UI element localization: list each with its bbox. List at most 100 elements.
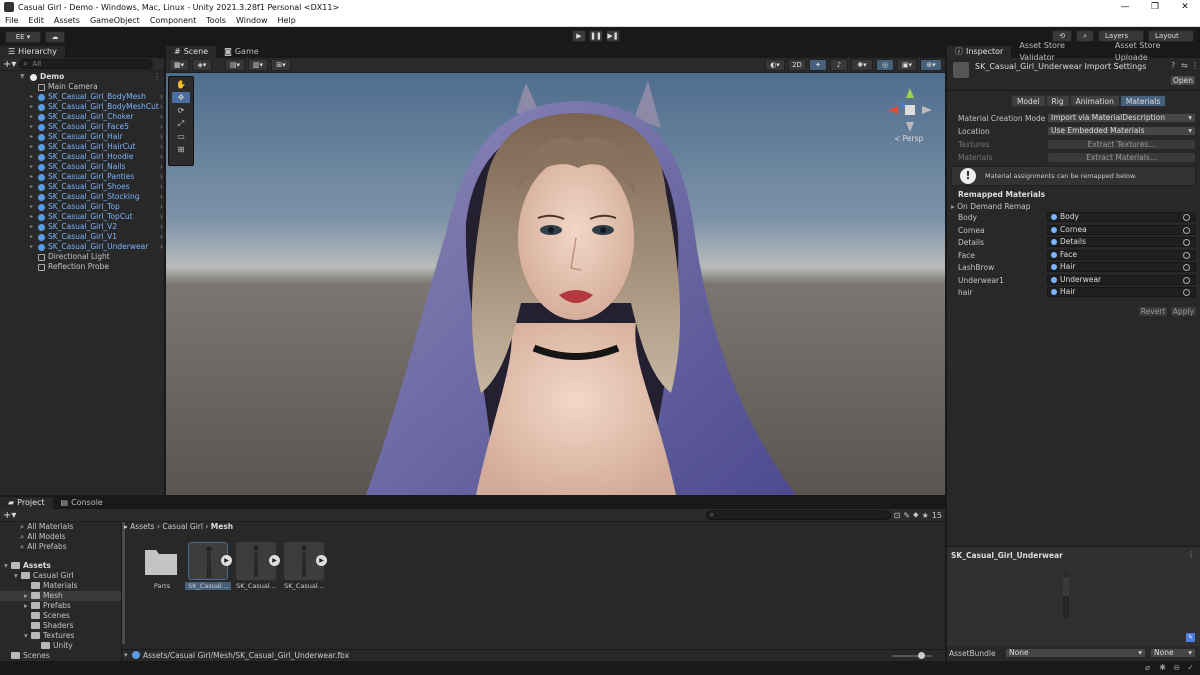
menu-file[interactable]: File	[0, 16, 23, 25]
account-dropdown[interactable]: EE ▾	[5, 30, 41, 43]
tab-project[interactable]: ▰ Project	[0, 497, 53, 509]
expand-arrow-icon[interactable]: ▸	[24, 601, 31, 611]
more-options-icon[interactable]: ⋮	[1191, 61, 1199, 70]
menu-component[interactable]: Component	[145, 16, 201, 25]
tab-console[interactable]: ▤ Console	[53, 497, 111, 509]
hierarchy-item[interactable]: ▸ SK_Casual_Girl_Nails ›	[0, 162, 164, 172]
object-picker-icon[interactable]	[1183, 264, 1190, 271]
search-by-type-icon[interactable]: ⊡	[894, 511, 901, 520]
mode-2d-toggle[interactable]: 2D	[788, 59, 806, 71]
effects-dropdown[interactable]: ✺▾	[851, 59, 873, 71]
ruler-dropdown[interactable]: ⊞▾	[271, 59, 291, 71]
prefab-arrow-icon[interactable]: ›	[160, 102, 163, 112]
help-icon[interactable]: ?	[1171, 61, 1175, 70]
expand-arrow-icon[interactable]: ▸	[30, 162, 33, 172]
tab-scene[interactable]: # Scene	[166, 46, 217, 58]
assetbundle-variant-dropdown[interactable]: None	[1150, 648, 1196, 658]
expand-arrow-icon[interactable]: ▸	[30, 102, 33, 112]
hierarchy-search-input[interactable]: All	[19, 59, 154, 69]
apply-button[interactable]: Apply	[1170, 306, 1197, 317]
menu-tools[interactable]: Tools	[201, 16, 231, 25]
tab-model[interactable]: Model	[1011, 95, 1046, 107]
pause-button[interactable]: ❚❚	[589, 30, 603, 42]
hierarchy-item[interactable]: ▸ SK_Casual_Girl_V2 ›	[0, 222, 164, 232]
folder-tree-item[interactable]: ▾ Assets	[0, 561, 121, 571]
expand-arrow-icon[interactable]: ▸	[30, 122, 33, 132]
tab-game[interactable]: ◙ Game	[216, 46, 267, 58]
folder-tree-item[interactable]: ▾ Casual Girl	[0, 571, 121, 581]
folder-tree-item[interactable]: ▸ Mesh	[0, 591, 121, 601]
expand-arrow-icon[interactable]: ▸	[30, 112, 33, 122]
remap-material-field[interactable]: Body	[1047, 212, 1196, 222]
minimize-button[interactable]: —	[1110, 0, 1140, 14]
audio-toggle-icon[interactable]: ♪	[830, 59, 848, 71]
search-by-label-icon[interactable]: ✎	[903, 511, 910, 520]
prefab-arrow-icon[interactable]: ›	[160, 152, 163, 162]
perspective-label[interactable]: ≺ Persp	[894, 134, 923, 143]
folder-tree-item[interactable]: Unity	[0, 641, 121, 651]
lighting-toggle-icon[interactable]: ✦	[809, 59, 827, 71]
expand-arrow-icon[interactable]: ▸	[30, 182, 33, 192]
tab-materials[interactable]: Materials	[1119, 95, 1167, 107]
folder-tree-item[interactable]: ▾ Textures	[0, 631, 121, 641]
hierarchy-item[interactable]: Directional Light	[0, 252, 164, 262]
prefab-arrow-icon[interactable]: ›	[160, 242, 163, 252]
play-button[interactable]: ▶	[572, 30, 586, 42]
material-creation-mode-dropdown[interactable]: Import via MaterialDescription	[1047, 113, 1196, 123]
folder-tree-item[interactable]: Shaders	[0, 621, 121, 631]
folder-tree-item[interactable]: ▸ Prefabs	[0, 601, 121, 611]
assetbundle-dropdown[interactable]: None	[1005, 648, 1146, 658]
progress-icon[interactable]: ⌀	[1145, 663, 1150, 672]
prefab-arrow-icon[interactable]: ›	[160, 212, 163, 222]
tab-animation[interactable]: Animation	[1069, 95, 1120, 107]
favorite-item[interactable]: ⌕ All Materials	[20, 522, 73, 532]
hierarchy-item[interactable]: ▸ SK_Casual_Girl_Panties ›	[0, 172, 164, 182]
hierarchy-item[interactable]: ▸ SK_Casual_Girl_Underwear ›	[0, 242, 164, 252]
breadcrumb-casual-girl[interactable]: Casual Girl	[162, 522, 203, 531]
remap-material-field[interactable]: Face	[1047, 249, 1196, 260]
folder-tree-item[interactable]: Materials	[0, 581, 121, 591]
preset-icon[interactable]: ⇋	[1181, 61, 1188, 70]
object-picker-icon[interactable]	[1183, 276, 1190, 284]
expand-arrow-icon[interactable]: ▸	[30, 142, 33, 152]
expand-arrow-icon[interactable]: ▸	[30, 92, 33, 102]
prefab-arrow-icon[interactable]: ›	[160, 142, 163, 152]
favorite-item[interactable]: ⌕ All Prefabs	[20, 542, 67, 552]
label-tag-icon[interactable]: ✎	[1186, 633, 1195, 642]
maximize-button[interactable]: ❐	[1140, 0, 1170, 14]
close-button[interactable]: ✕	[1170, 0, 1200, 14]
expand-arrow-icon[interactable]: ▸	[24, 591, 31, 601]
menu-window[interactable]: Window	[231, 16, 273, 25]
project-search-input[interactable]	[705, 510, 891, 520]
menu-help[interactable]: Help	[273, 16, 301, 25]
asset-folder-parts[interactable]	[142, 542, 182, 580]
step-button[interactable]: ▶❚	[606, 30, 620, 42]
favorite-star-icon[interactable]: ★	[922, 511, 929, 520]
transform-tool-icon[interactable]: ⊞	[172, 144, 190, 155]
hierarchy-item[interactable]: ▸ SK_Casual_Girl_BodyMeshCut ›	[0, 102, 164, 112]
gizmos-dropdown[interactable]: ⊕▾	[920, 59, 942, 71]
open-button[interactable]: Open	[1170, 75, 1196, 86]
expand-play-icon[interactable]: ▶	[221, 555, 232, 566]
prefab-arrow-icon[interactable]: ›	[160, 122, 163, 132]
add-icon[interactable]: +▾	[3, 510, 16, 521]
orientation-gizmo[interactable]: ≺ Persp	[880, 80, 940, 150]
thumbnail-size-slider[interactable]	[892, 655, 932, 657]
prefab-arrow-icon[interactable]: ›	[160, 132, 163, 142]
object-picker-icon[interactable]	[1183, 289, 1190, 296]
expand-arrow-icon[interactable]: ▼	[20, 72, 25, 82]
object-picker-icon[interactable]	[1183, 251, 1190, 259]
tab-inspector[interactable]: ⓘ Inspector	[947, 46, 1012, 58]
hierarchy-item[interactable]: ▸ SK_Casual_Girl_TopCut ›	[0, 212, 164, 222]
object-picker-icon[interactable]	[1183, 226, 1190, 234]
extract-textures-button[interactable]: Extract Textures...	[1047, 139, 1196, 150]
shading-dropdown[interactable]: ◐▾	[765, 59, 785, 71]
preview-options-icon[interactable]: ⋮	[1187, 550, 1195, 559]
breadcrumb-mesh[interactable]: Mesh	[211, 522, 233, 531]
tab-asset-store-validator[interactable]: Asset Store Validator	[1011, 41, 1107, 62]
expand-arrow-icon[interactable]: ▾	[24, 631, 31, 641]
revert-button[interactable]: Revert	[1138, 306, 1168, 317]
expand-arrow-icon[interactable]: ▾	[4, 561, 11, 571]
prefab-arrow-icon[interactable]: ›	[160, 92, 163, 102]
tab-rig[interactable]: Rig	[1045, 95, 1070, 107]
